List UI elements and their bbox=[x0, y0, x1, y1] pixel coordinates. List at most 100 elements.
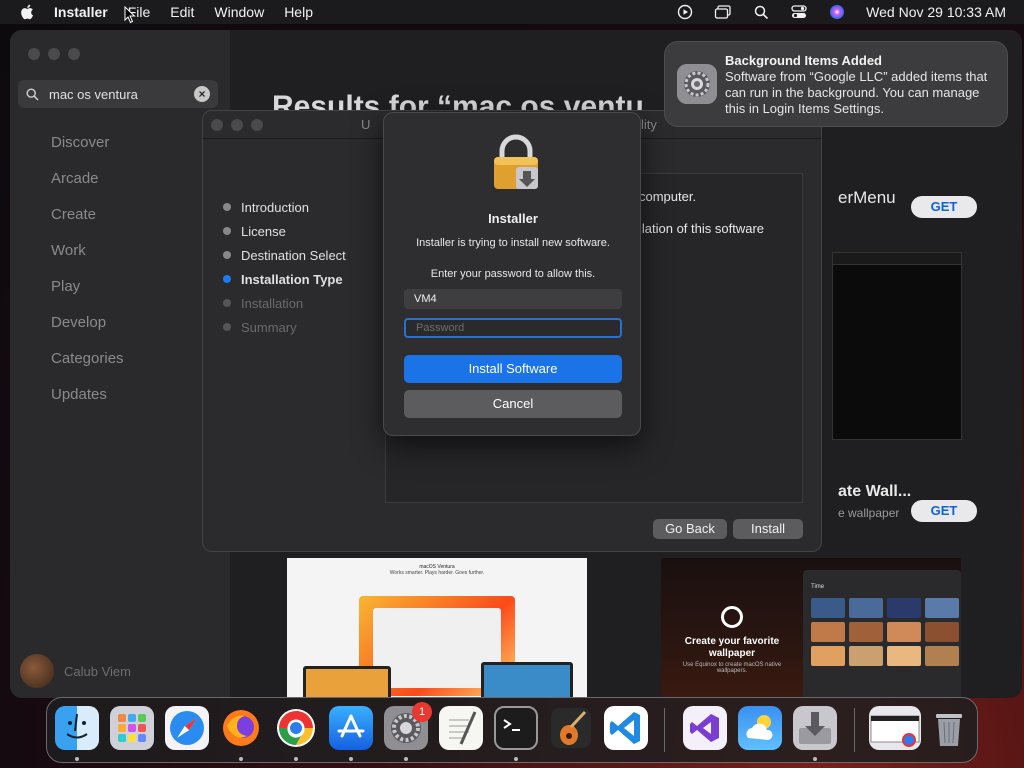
menu-window[interactable]: Window bbox=[214, 4, 264, 20]
get-button-1[interactable]: GET bbox=[911, 196, 977, 218]
equinox-panel: Time bbox=[803, 570, 961, 698]
install-software-button[interactable]: Install Software bbox=[404, 355, 622, 383]
siri-icon[interactable] bbox=[828, 3, 846, 21]
step-summary: Summary bbox=[223, 315, 346, 339]
app-store-search-field[interactable]: mac os ventura × bbox=[18, 80, 218, 108]
nav-play[interactable]: Play bbox=[51, 278, 124, 314]
dock bbox=[46, 697, 978, 763]
mouse-pointer-icon bbox=[124, 5, 136, 29]
cancel-button[interactable]: Cancel bbox=[404, 390, 622, 418]
installer-text-line-1: computer. bbox=[639, 189, 697, 204]
result-app-name-1[interactable]: erMenu bbox=[838, 188, 896, 208]
app-store-sidebar: mac os ventura × Discover Arcade Create … bbox=[10, 30, 230, 698]
step-installation-type: Installation Type bbox=[223, 267, 346, 291]
equinox-screenshot[interactable]: Create your favorite wallpaper Use Equin… bbox=[661, 558, 961, 698]
avatar bbox=[20, 654, 54, 688]
menu-app-name[interactable]: Installer bbox=[54, 4, 108, 20]
install-button[interactable]: Install bbox=[733, 519, 803, 539]
installer-text-line-2: llation of this software bbox=[639, 221, 765, 236]
running-indicator bbox=[349, 757, 353, 761]
installer-title-fragment: U bbox=[361, 117, 371, 132]
trash-icon[interactable] bbox=[927, 706, 971, 750]
control-center-icon[interactable] bbox=[790, 3, 808, 21]
spotlight-search-icon[interactable] bbox=[752, 3, 770, 21]
downloads-installer-icon[interactable] bbox=[793, 706, 837, 750]
auth-dialog-message: Installer is trying to install new softw… bbox=[416, 237, 610, 249]
installer-minimize-button[interactable] bbox=[231, 119, 243, 131]
finder-icon[interactable] bbox=[55, 706, 99, 750]
apple-menu-icon[interactable] bbox=[0, 4, 54, 20]
equinox-logo-icon bbox=[721, 606, 743, 628]
menu-clock[interactable]: Wed Nov 29 10:33 AM bbox=[866, 4, 1006, 20]
installer-zoom-button[interactable] bbox=[251, 119, 263, 131]
running-indicator bbox=[294, 757, 298, 761]
installer-close-button[interactable] bbox=[211, 119, 223, 131]
nav-arcade[interactable]: Arcade bbox=[51, 170, 124, 206]
window-controls bbox=[28, 48, 80, 60]
menu-help[interactable]: Help bbox=[284, 4, 313, 20]
garageband-icon[interactable] bbox=[549, 706, 593, 750]
installer-steps: Introduction License Destination Select … bbox=[223, 195, 346, 339]
menu-edit[interactable]: Edit bbox=[170, 4, 194, 20]
lock-icon bbox=[488, 133, 544, 193]
minimize-window-button[interactable] bbox=[48, 48, 60, 60]
ventura-screenshot-tagline: Works smarter. Plays harder. Goes furthe… bbox=[389, 570, 485, 576]
visual-studio-code-icon[interactable] bbox=[604, 706, 648, 750]
auth-dialog-title: Installer bbox=[488, 211, 538, 226]
textedit-icon[interactable] bbox=[439, 706, 483, 750]
zoom-window-button[interactable] bbox=[68, 48, 80, 60]
app-store-nav: Discover Arcade Create Work Play Develop… bbox=[51, 134, 124, 422]
equinox-caption: Create your favorite wallpaper bbox=[684, 636, 780, 659]
nav-updates[interactable]: Updates bbox=[51, 386, 124, 422]
running-indicator bbox=[813, 757, 817, 761]
firefox-icon[interactable] bbox=[219, 706, 263, 750]
weather-icon[interactable] bbox=[738, 706, 782, 750]
chrome-window-thumbnail-icon[interactable] bbox=[869, 706, 921, 750]
step-introduction: Introduction bbox=[223, 195, 346, 219]
clear-search-icon[interactable]: × bbox=[194, 86, 210, 102]
terminal-icon[interactable] bbox=[494, 706, 538, 750]
ventura-laptop-right-image bbox=[481, 662, 573, 698]
dock-separator bbox=[664, 708, 665, 752]
app-store-icon[interactable] bbox=[329, 706, 373, 750]
play-circle-icon[interactable] bbox=[676, 3, 694, 21]
result-app-name-2[interactable]: ate Wall... bbox=[838, 483, 911, 501]
nav-discover[interactable]: Discover bbox=[51, 134, 124, 170]
close-window-button[interactable] bbox=[28, 48, 40, 60]
chrome-icon[interactable] bbox=[274, 706, 318, 750]
username-field[interactable]: VM4 bbox=[404, 289, 622, 309]
account-name: Calub Viem bbox=[64, 663, 131, 679]
running-indicator bbox=[239, 757, 243, 761]
equinox-panel-title: Time bbox=[811, 584, 825, 590]
running-indicator bbox=[404, 757, 408, 761]
nav-work[interactable]: Work bbox=[51, 242, 124, 278]
safari-icon[interactable] bbox=[165, 706, 209, 750]
running-indicator bbox=[75, 757, 79, 761]
screen-mirroring-icon[interactable] bbox=[714, 3, 732, 21]
settings-notification-badge: 1 bbox=[412, 702, 432, 722]
background-items-notification[interactable]: Background Items Added Software from “Go… bbox=[664, 41, 1008, 127]
installer-title-fragment-2: lity bbox=[641, 117, 657, 132]
launchpad-icon[interactable] bbox=[110, 706, 154, 750]
notification-title: Background Items Added bbox=[725, 53, 882, 68]
visual-studio-icon[interactable] bbox=[683, 706, 727, 750]
nav-develop[interactable]: Develop bbox=[51, 314, 124, 350]
account-button[interactable]: Calub Viem bbox=[20, 654, 131, 688]
go-back-button[interactable]: Go Back bbox=[653, 519, 727, 539]
step-license: License bbox=[223, 219, 346, 243]
app-screenshot-1[interactable] bbox=[832, 252, 962, 440]
get-button-2[interactable]: GET bbox=[911, 500, 977, 522]
auth-dialog: Installer Installer is trying to install… bbox=[383, 112, 641, 436]
step-destination-select: Destination Select bbox=[223, 243, 346, 267]
search-icon bbox=[26, 87, 39, 101]
notification-body: Software from “Google LLC” added items t… bbox=[725, 69, 988, 116]
nav-create[interactable]: Create bbox=[51, 206, 124, 242]
auth-dialog-prompt: Enter your password to allow this. bbox=[430, 268, 596, 280]
step-installation: Installation bbox=[223, 291, 346, 315]
running-indicator bbox=[514, 757, 518, 761]
dock-separator-2 bbox=[854, 708, 855, 752]
nav-categories[interactable]: Categories bbox=[51, 350, 124, 386]
menu-bar: Installer File Edit Window Help Wed Nov … bbox=[0, 0, 1024, 24]
password-field[interactable]: Password bbox=[404, 318, 622, 338]
ventura-screenshot[interactable]: macOS Ventura Works smarter. Plays harde… bbox=[287, 558, 587, 698]
